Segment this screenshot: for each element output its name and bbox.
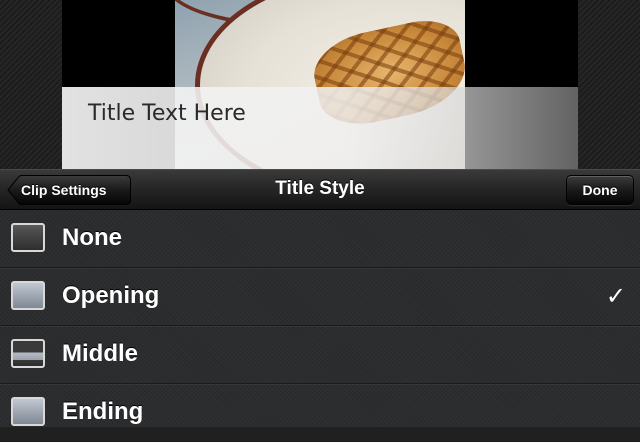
style-option-none[interactable]: None [0, 210, 640, 268]
title-overlay: Title Text Here [62, 87, 578, 169]
style-none-icon [11, 223, 45, 252]
style-option-opening[interactable]: Opening ✓ [0, 268, 640, 326]
style-middle-icon [11, 339, 45, 368]
done-button[interactable]: Done [566, 175, 634, 205]
style-ending-icon [11, 397, 45, 426]
title-style-list: None Opening ✓ Middle Ending [0, 210, 640, 442]
page-title: Title Style [275, 178, 365, 199]
checkmark-icon: ✓ [605, 282, 626, 310]
style-option-label: Opening [62, 282, 160, 309]
style-option-label: Ending [62, 398, 144, 425]
title-preview-text: Title Text Here [88, 101, 246, 126]
style-opening-icon [11, 281, 45, 310]
navigation-bar: Clip Settings Title Style Done [0, 169, 640, 210]
style-option-label: Middle [62, 340, 138, 367]
style-option-middle[interactable]: Middle [0, 326, 640, 384]
style-option-ending[interactable]: Ending [0, 384, 640, 442]
video-preview-area: Title Text Here [0, 0, 640, 169]
style-option-label: None [62, 224, 122, 251]
